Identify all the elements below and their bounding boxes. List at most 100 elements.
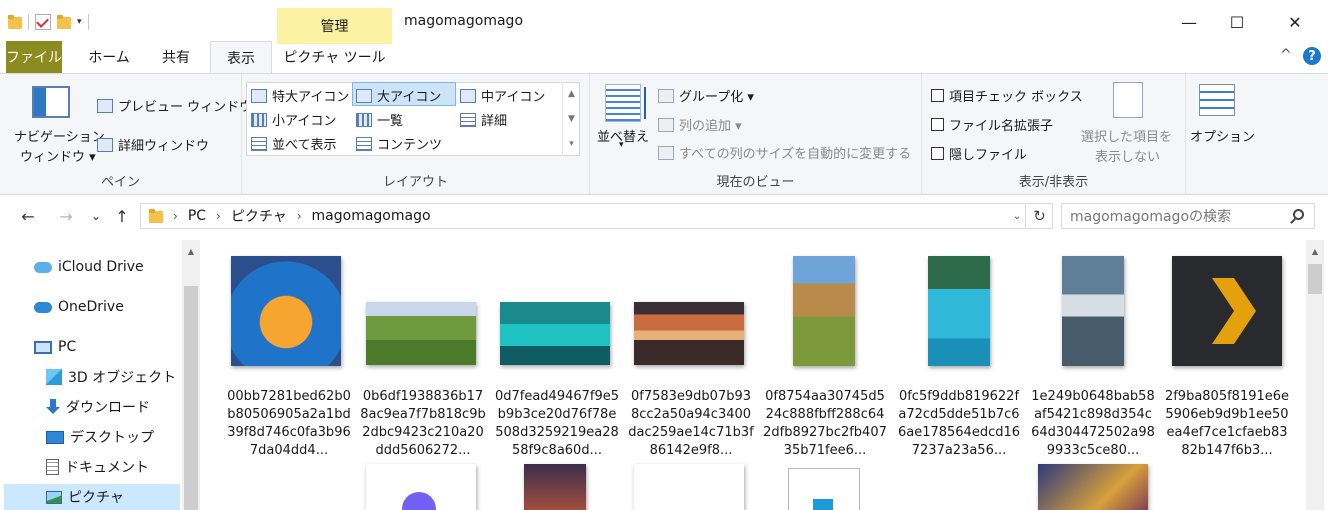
search-icon[interactable]: [1293, 209, 1304, 220]
file-extensions-toggle[interactable]: ファイル名拡張子: [931, 115, 1053, 134]
new-folder-icon[interactable]: [57, 14, 71, 30]
search-box[interactable]: magomagomagoの検索: [1061, 203, 1315, 229]
nav-item-label: PC: [58, 339, 77, 355]
file-tile[interactable]: 2f9ba805f8191e6e5906eb9d9b1ee50ea4ef7ce1…: [1164, 254, 1290, 474]
nav-item-label: ドキュメント: [65, 460, 149, 476]
chevron-right-icon[interactable]: ›: [297, 209, 302, 223]
onedrive-icon: [34, 301, 52, 313]
layout-large-icons[interactable]: 大アイコン: [356, 86, 441, 105]
document-icon: [46, 459, 59, 475]
file-view-scrollbar[interactable]: ▲: [1306, 240, 1324, 510]
address-bar[interactable]: › PC › ピクチャ › magomagomago: [140, 203, 1026, 229]
tab-share[interactable]: 共有: [150, 41, 202, 73]
sort-by-dropdown[interactable]: ▾: [619, 140, 624, 150]
file-name: 1e249b0648bab58af5421c898d354c64d3044725…: [1031, 389, 1155, 458]
up-button[interactable]: ↑: [110, 204, 134, 228]
forward-button[interactable]: →: [54, 204, 78, 228]
scrollbar-thumb[interactable]: [184, 286, 198, 510]
nav-item-onedrive[interactable]: OneDrive: [34, 294, 124, 320]
file-thumbnail[interactable]: [524, 464, 586, 510]
item-checkboxes-checkbox[interactable]: [931, 89, 944, 102]
layout-extra-large-icons[interactable]: 特大アイコン: [251, 86, 349, 105]
tab-picture-tools[interactable]: ピクチャ ツール: [278, 41, 391, 73]
chevron-right-icon[interactable]: ›: [216, 209, 221, 223]
preview-pane-label: プレビュー ウィンドウ: [118, 100, 253, 115]
preview-pane-button[interactable]: プレビュー ウィンドウ: [97, 96, 252, 115]
layout-item-label: コンテンツ: [377, 138, 443, 153]
breadcrumb-current-folder[interactable]: magomagomago: [312, 208, 431, 224]
file-thumbnail[interactable]: [634, 464, 744, 510]
file-tile[interactable]: 00bb7281bed62b0b80506905a2a1bd39f8d746c0…: [226, 254, 352, 474]
layout-gallery-scroll[interactable]: ▲ ▼ ▾: [562, 82, 580, 156]
nav-item-pictures[interactable]: ピクチャ: [4, 484, 180, 510]
scroll-up-arrow-icon[interactable]: ▲: [1306, 242, 1324, 260]
options-icon[interactable]: [1199, 84, 1235, 116]
sort-by-icon[interactable]: [605, 84, 646, 122]
nav-item-3d-objects[interactable]: 3D オブジェクト: [46, 364, 176, 390]
customize-toolbar-dropdown-icon[interactable]: ▾: [77, 17, 82, 27]
help-icon[interactable]: ?: [1303, 47, 1321, 65]
close-button[interactable]: ✕: [1272, 0, 1318, 44]
layout-list[interactable]: 一覧: [356, 110, 403, 129]
folder-icon: [8, 14, 22, 30]
tab-file[interactable]: ファイル: [6, 41, 62, 73]
nav-item-desktop[interactable]: デスクトップ: [46, 424, 154, 450]
chevron-up-icon[interactable]: ▲: [568, 89, 575, 99]
file-tile[interactable]: 0f7583e9db07b938cc2a50a94c3400dac259ae14…: [628, 254, 754, 474]
details-pane-button[interactable]: 詳細ウィンドウ: [97, 135, 209, 154]
tab-view[interactable]: 表示: [210, 41, 272, 74]
computer-icon: [34, 340, 52, 354]
nav-item-documents[interactable]: ドキュメント: [46, 454, 149, 480]
layout-small-icons[interactable]: 小アイコン: [251, 110, 336, 129]
file-type-icon: [813, 499, 833, 510]
nav-item-icloud-drive[interactable]: iCloud Drive: [34, 254, 144, 280]
options-button[interactable]: オプション: [1190, 126, 1255, 145]
layout-details[interactable]: 詳細: [460, 110, 507, 129]
expand-gallery-icon[interactable]: ▾: [569, 139, 574, 149]
breadcrumb-pc[interactable]: PC: [188, 208, 206, 224]
item-checkboxes-toggle[interactable]: 項目チェック ボックス: [931, 86, 1083, 105]
panes-group-label: ペイン: [100, 175, 140, 190]
toolbar-separator: [28, 14, 29, 30]
layout-tiles[interactable]: 並べて表示: [251, 134, 336, 153]
collapse-ribbon-icon[interactable]: ^: [1280, 47, 1292, 63]
refresh-button[interactable]: ↻: [1027, 203, 1053, 229]
file-tile[interactable]: 0b6df1938836b178ac9ea7f7b818c9b2dbc9423c…: [360, 254, 486, 474]
minimize-button[interactable]: —: [1166, 0, 1212, 44]
navigation-pane-dropdown[interactable]: ウィンドウ ▾: [20, 146, 96, 165]
file-view: 00bb7281bed62b0b80506905a2a1bd39f8d746c0…: [200, 240, 1304, 510]
file-extensions-checkbox[interactable]: [931, 118, 944, 131]
nav-item-downloads[interactable]: ダウンロード: [46, 394, 150, 420]
breadcrumb-pictures[interactable]: ピクチャ: [231, 206, 287, 226]
navigation-pane-icon: [32, 86, 70, 118]
scroll-up-arrow-icon[interactable]: ▲: [182, 242, 200, 260]
hidden-items-checkbox[interactable]: [931, 147, 944, 160]
file-tile[interactable]: 1e249b0648bab58af5421c898d354c64d3044725…: [1030, 254, 1156, 474]
layout-medium-icons[interactable]: 中アイコン: [460, 86, 545, 105]
file-thumbnail[interactable]: [1038, 464, 1148, 510]
hidden-items-toggle[interactable]: 隠しファイル: [931, 144, 1027, 163]
nav-item-pc[interactable]: PC: [34, 334, 76, 360]
recent-locations-button[interactable]: ⌄: [84, 204, 108, 228]
size-columns-icon: [658, 145, 674, 160]
address-history-dropdown[interactable]: ⌄: [1008, 203, 1026, 229]
file-tile[interactable]: 0d7fead49467f9e5b9b3ce20d76f78e508d32592…: [494, 254, 620, 474]
nav-item-label: デスクトップ: [70, 430, 154, 446]
nav-item-label: ピクチャ: [68, 490, 124, 506]
layout-content[interactable]: コンテンツ: [356, 134, 442, 153]
file-thumbnail[interactable]: [366, 464, 476, 510]
file-tile[interactable]: 0fc5f9ddb819622fa72cd5dde51b7c66ae178564…: [896, 254, 1022, 474]
navigation-pane-label[interactable]: ナビゲーション: [14, 126, 105, 145]
hide-selected-label-1: 選択した項目を: [1081, 130, 1173, 145]
tab-home[interactable]: ホーム: [80, 41, 138, 73]
group-by-button[interactable]: グループ化 ▾: [658, 86, 754, 105]
properties-check-icon[interactable]: [35, 14, 51, 30]
generic-file-icon[interactable]: [788, 468, 860, 510]
navigation-pane-scrollbar[interactable]: ▲: [182, 240, 200, 510]
chevron-right-icon[interactable]: ›: [173, 209, 178, 223]
scrollbar-thumb[interactable]: [1308, 264, 1322, 294]
maximize-button[interactable]: ☐: [1214, 0, 1260, 44]
back-button[interactable]: ←: [16, 204, 40, 228]
chevron-down-icon[interactable]: ▼: [568, 114, 575, 124]
file-tile[interactable]: 0f8754aa30745d524c888fbff288c642dfb8927b…: [762, 254, 888, 474]
